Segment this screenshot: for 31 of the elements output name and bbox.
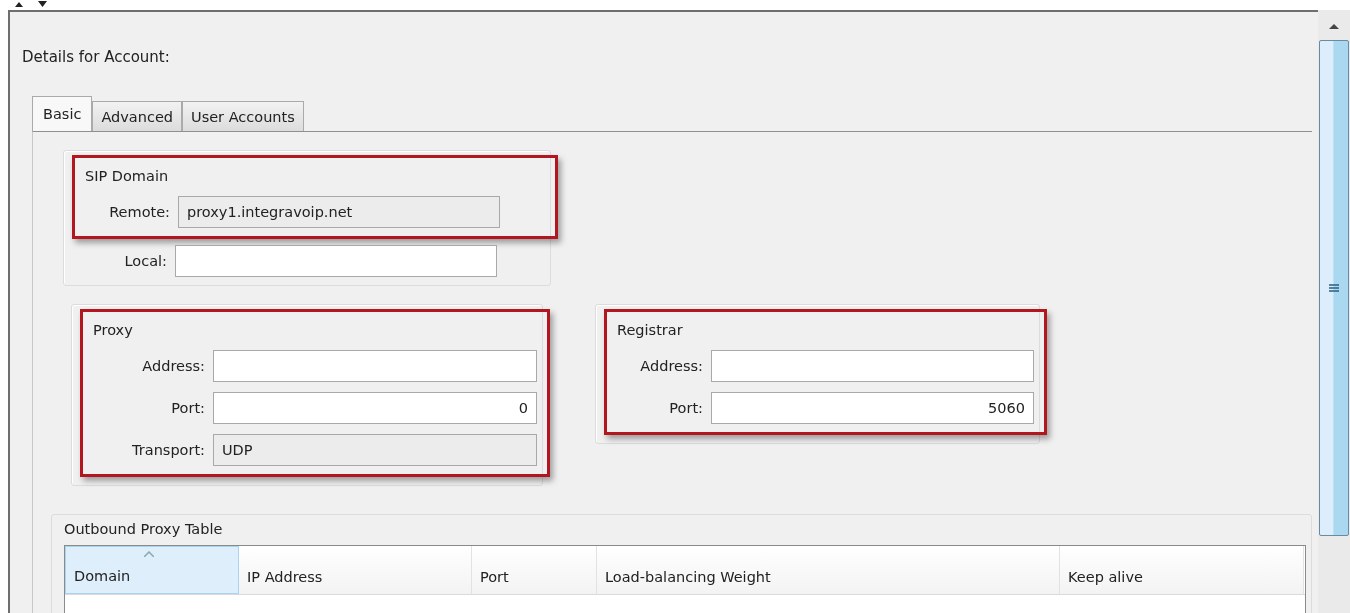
tab[interactable]: Basic — [32, 96, 93, 131]
group-title: SIP Domain — [85, 167, 170, 186]
text-field[interactable]: 0 — [213, 392, 537, 424]
column-header[interactable]: Port — [472, 546, 597, 594]
text-field[interactable] — [175, 245, 497, 277]
text-field[interactable]: 5060 — [711, 392, 1034, 424]
grip-icon — [1329, 283, 1339, 293]
group-title: Proxy — [93, 321, 134, 340]
text-field[interactable] — [213, 350, 537, 382]
text-field[interactable] — [711, 350, 1034, 382]
scroll-up-icon[interactable] — [1328, 22, 1340, 30]
sort-arrows-icon — [14, 0, 48, 8]
group-title: Outbound Proxy Table — [64, 520, 223, 539]
field-label: Port: — [668, 400, 703, 416]
field-label: Address: — [141, 358, 205, 374]
section-heading: Details for Account: — [22, 48, 170, 66]
scrollbar[interactable] — [1318, 10, 1350, 613]
tab[interactable]: User Accounts — [182, 101, 304, 131]
scroll-thumb[interactable] — [1319, 40, 1349, 536]
field-label: Transport: — [131, 442, 205, 458]
field-label: Port: — [170, 400, 205, 416]
sort-caret-icon — [144, 551, 154, 557]
column-header[interactable]: Keep alive — [1060, 546, 1304, 594]
field-label: Remote: — [108, 204, 170, 220]
field-label: Address: — [639, 358, 703, 374]
field-label: Local: — [123, 253, 167, 269]
tab[interactable]: Advanced — [92, 101, 182, 131]
column-header[interactable]: Load-balancing Weight — [597, 546, 1060, 594]
column-header[interactable]: IP Address — [239, 546, 472, 594]
column-header[interactable]: Domain — [65, 546, 239, 594]
group-title: Registrar — [617, 321, 684, 340]
